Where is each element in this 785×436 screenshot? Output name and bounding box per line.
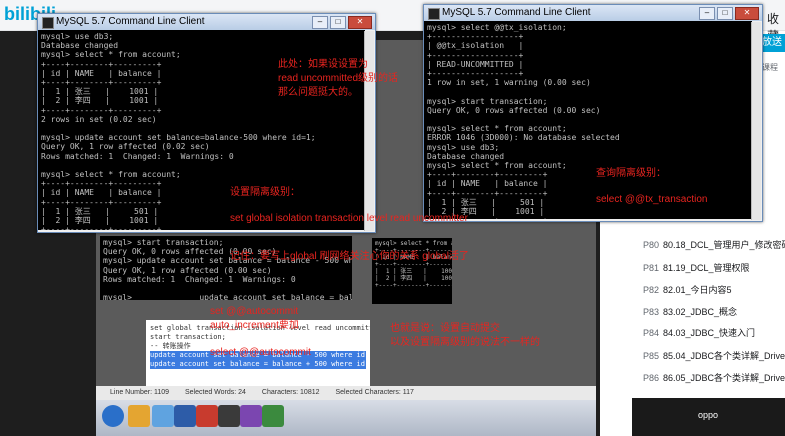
scrollbar[interactable] <box>751 22 761 220</box>
side-text: 课程 <box>762 63 778 72</box>
start-icon[interactable] <box>102 405 124 427</box>
small-terminal: mysql> select * from account; +----+----… <box>372 238 452 304</box>
annotation-note: 以及设置隔离级别的说法不一样的 <box>390 337 540 348</box>
playlist-item[interactable]: P81 81.19_DCL_管理权限 <box>643 261 750 274</box>
playlist-item[interactable]: P84 84.03_JDBC_快速入门 <box>643 326 755 339</box>
maximize-button[interactable]: □ <box>717 7 733 20</box>
editor-line: start transaction; <box>150 333 226 341</box>
mysql-window-right[interactable]: MySQL 5.7 Command Line Client – □ ✕ mysq… <box>423 4 763 222</box>
annotation-note: 那么问题挺大的。 <box>278 87 358 98</box>
terminal-icon <box>42 17 54 29</box>
mysql-window-left[interactable]: MySQL 5.7 Command Line Client – □ ✕ mysq… <box>37 13 376 233</box>
app-icon[interactable] <box>152 405 174 427</box>
annotation-note: set global isolation transaction level r… <box>230 213 468 224</box>
status-line: Line Number: 1109 <box>110 389 170 396</box>
annotation-note: 此处：如果设设置为 <box>278 59 368 70</box>
close-button[interactable]: ✕ <box>735 7 759 20</box>
close-button[interactable]: ✕ <box>348 16 372 29</box>
windows-taskbar <box>96 400 596 436</box>
window-titlebar[interactable]: MySQL 5.7 Command Line Client – □ ✕ <box>38 14 375 30</box>
maximize-button[interactable]: □ <box>330 16 346 29</box>
terminal-icon[interactable] <box>218 405 240 427</box>
window-title: MySQL 5.7 Command Line Client <box>442 7 591 18</box>
app-icon[interactable] <box>196 405 218 427</box>
annotation-note: 记住：要写上global 刷网络关注心你的关系 global活了 <box>230 251 469 262</box>
window-titlebar[interactable]: MySQL 5.7 Command Line Client – □ ✕ <box>424 5 762 21</box>
terminal-output: mysql> select @@tx_isolation; +---------… <box>424 21 752 219</box>
ad-banner[interactable]: oppo <box>632 398 785 436</box>
app-icon[interactable] <box>240 405 262 427</box>
annotation-note: select @@autocommit <box>210 347 311 358</box>
annotation-note: set @@autocommit <box>210 306 299 317</box>
annotation-note: 也就是说：设置自动提交 <box>390 323 500 334</box>
background-terminal: mysql> start transaction; Query OK, 0 ro… <box>100 236 352 300</box>
status-chars: Characters: 10812 <box>261 389 320 396</box>
minimize-button[interactable]: – <box>699 7 715 20</box>
app-icon[interactable] <box>174 405 196 427</box>
minimize-button[interactable]: – <box>312 16 328 29</box>
playlist-item[interactable]: P8686.05_JDBC各个类详解_DriverMana <box>643 371 785 384</box>
terminal-icon <box>428 8 440 20</box>
annotation-note: 查询隔离级别： <box>596 168 666 179</box>
status-selected: Selected Characters: 117 <box>335 389 414 396</box>
playlist-item[interactable]: P83 83.02_JDBC_概念 <box>643 305 737 318</box>
playlist-item[interactable]: P80 80.18_DCL_管理用户_修改密码 <box>643 238 785 251</box>
window-title: MySQL 5.7 Command Line Client <box>56 16 205 27</box>
annotation-note: auto_increment要加 <box>210 320 299 331</box>
annotation-note: read uncommitted级别的话 <box>278 73 399 84</box>
ad-text: oppo <box>698 410 719 420</box>
playlist-item[interactable]: P8585.04_JDBC各个类详解_DriverMana <box>643 349 785 362</box>
editor-line-selected: update account set balance = balance + 5… <box>150 360 370 369</box>
editor-statusbar: Line Number: 1109 Selected Words: 24 Cha… <box>96 386 596 400</box>
app-icon[interactable] <box>262 405 284 427</box>
folder-icon[interactable] <box>128 405 150 427</box>
playlist-item[interactable]: P82 82.01_今日内容5 <box>643 283 732 296</box>
annotation-note: select @@tx_transaction <box>596 194 708 205</box>
status-words: Selected Words: 24 <box>184 389 246 396</box>
annotation-note: 设置隔离级别： <box>230 187 300 198</box>
